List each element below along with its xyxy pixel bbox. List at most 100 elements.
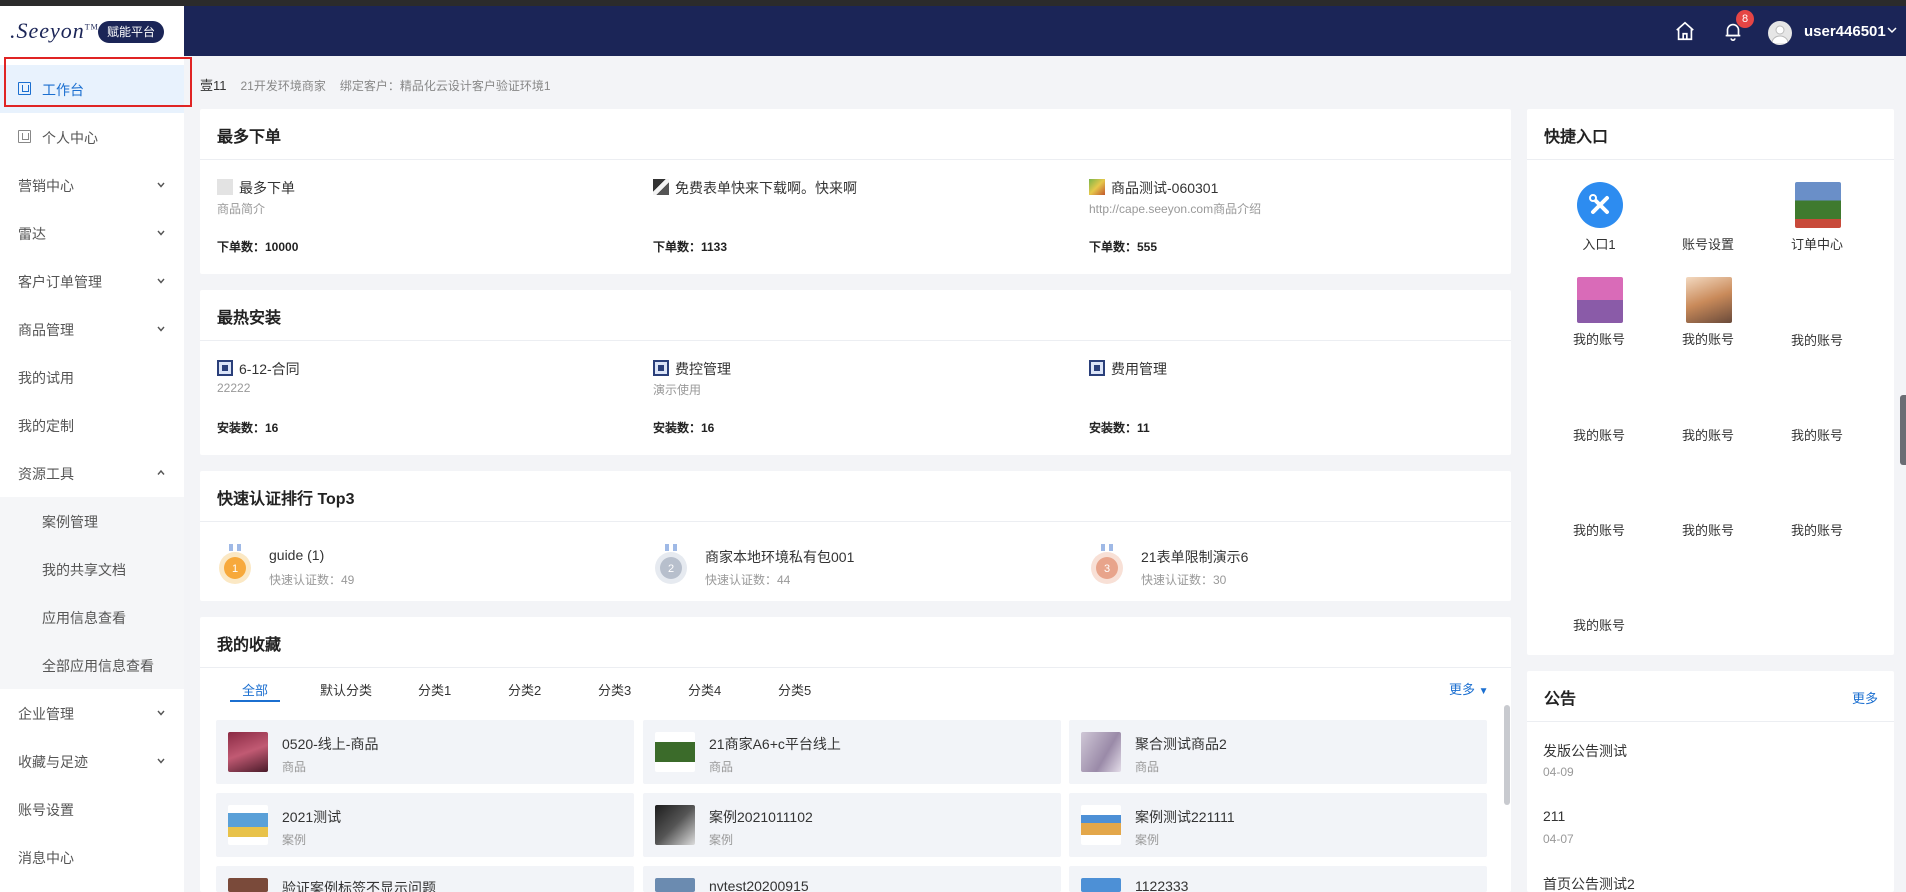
sidebar-item-products[interactable]: 商品管理 (0, 305, 184, 353)
favorite-item[interactable]: 1122333 (1069, 866, 1487, 892)
quick-entry-label: 我的账号 (1790, 428, 1843, 443)
favorite-item[interactable]: 2021测试 案例 (216, 793, 634, 857)
username[interactable]: user446501 (1804, 23, 1886, 40)
stat-item-name: 商品测试-060301 (1111, 180, 1219, 196)
tab-category-5[interactable]: 分类5 (778, 680, 811, 699)
ranking-item[interactable]: 3 21表单限制演示6 快速认证数：30 (1089, 541, 1509, 591)
wrench-icon (1577, 182, 1623, 228)
tab-all[interactable]: 全部 (242, 680, 268, 699)
sidebar-item-customer-orders[interactable]: 客户订单管理 (0, 257, 184, 305)
sidebar-item-shared-docs[interactable]: 我的共享文档 (0, 545, 184, 593)
sidebar-item-label: 雷达 (18, 226, 46, 242)
favorite-item[interactable]: 验证案例标签不显示问题 (216, 866, 634, 892)
notice-title[interactable]: 首页公告测试2 (1543, 874, 1635, 892)
favorites-scrollbar-thumb[interactable] (1504, 705, 1510, 805)
ranking-name: guide (1) (269, 547, 325, 563)
favorite-item[interactable]: 案例2021011102 案例 (643, 793, 1061, 857)
account-thumbnail (1686, 277, 1732, 323)
page-scrollbar-thumb[interactable] (1900, 395, 1906, 465)
sidebar-item-app-info[interactable]: 应用信息查看 (0, 593, 184, 641)
sidebar-item-case-management[interactable]: 案例管理 (0, 497, 184, 545)
favorite-item[interactable]: 0520-线上-商品 商品 (216, 720, 634, 784)
stat-item-name: 免费表单快来下载啊。快来啊 (675, 180, 857, 196)
stat-item-count: 安装数：16 (653, 421, 715, 435)
sidebar-item-messages[interactable]: 消息中心 (0, 833, 184, 881)
chevron-down-icon (157, 758, 165, 764)
sidebar-item-account-settings[interactable]: 账号设置 (0, 785, 184, 833)
user-icon (1771, 25, 1789, 44)
quick-entry-item[interactable]: 入口1 (1549, 182, 1649, 262)
quick-entry-item[interactable]: 我的账号 (1658, 468, 1758, 548)
notices-card: 公告 (1527, 671, 1894, 892)
quick-entry-label: 我的账号 (1572, 618, 1625, 633)
card-title: 最热安装 (217, 310, 282, 327)
chevron-down-icon[interactable] (1886, 24, 1898, 36)
quick-entry-item[interactable]: 我的账号 (1549, 277, 1649, 357)
favorite-name: 案例测试221111 (1135, 809, 1235, 825)
quick-entry-item[interactable]: 订单中心 (1767, 182, 1867, 262)
gold-medal-icon: 1 (219, 544, 251, 584)
favorite-name: nvtest20200915 (709, 878, 809, 892)
favorite-item[interactable]: nvtest20200915 (643, 866, 1061, 892)
quick-entry-item[interactable]: 账号设置 (1658, 182, 1758, 262)
ranking-count: 快速认证数：30 (1141, 573, 1227, 587)
avatar[interactable] (1768, 21, 1792, 45)
most-orders-card: 最多下单 最多下单 商品简介 下单数：10000 免费表单快来下载啊。快来啊 下… (200, 109, 1511, 274)
quick-entry-label: 订单中心 (1790, 237, 1843, 252)
chevron-down-icon (157, 710, 165, 716)
tab-default-category[interactable]: 默认分类 (320, 680, 372, 699)
notice-title[interactable]: 211 (1543, 808, 1565, 824)
sidebar-item-personal-center[interactable]: 个人中心 (0, 113, 184, 161)
favorite-category: 案例 (1135, 833, 1160, 847)
favorite-item[interactable]: 聚合测试商品2 商品 (1069, 720, 1487, 784)
quick-entry-item[interactable]: 我的账号 (1767, 468, 1867, 548)
home-icon[interactable] (1674, 20, 1696, 42)
sidebar-item-resource-tools[interactable]: 资源工具 (0, 449, 184, 497)
sidebar-item-enterprise[interactable]: 企业管理 (0, 689, 184, 737)
bronze-medal-icon: 3 (1091, 544, 1123, 584)
sidebar-item-marketing[interactable]: 营销中心 (0, 161, 184, 209)
favorite-item[interactable]: 案例测试221111 案例 (1069, 793, 1487, 857)
quick-entry-item[interactable]: 我的账号 (1767, 278, 1867, 358)
ranking-item[interactable]: 2 商家本地环境私有包001 快速认证数：44 (653, 541, 1073, 591)
sidebar-item-label: 商品管理 (18, 322, 74, 338)
favorites-more-link[interactable]: 更多 ▼ (1449, 679, 1489, 698)
notice-date: 04-09 (1543, 765, 1574, 779)
notice-title[interactable]: 发版公告测试 (1543, 741, 1627, 761)
ranking-item[interactable]: 1 guide (1) 快速认证数：49 (217, 541, 637, 591)
favorite-item[interactable]: 21商家A6+c平台线上 商品 (643, 720, 1061, 784)
sidebar-item-my-customization[interactable]: 我的定制 (0, 401, 184, 449)
sidebar-item-workbench[interactable]: 工作台 (0, 65, 184, 113)
quick-entry-item[interactable]: 我的账号 (1549, 563, 1649, 643)
quick-entry-item[interactable]: 我的账号 (1658, 277, 1758, 357)
chevron-down-icon (157, 278, 165, 284)
chevron-up-icon (157, 469, 165, 475)
quick-entry-item[interactable]: 我的账号 (1658, 373, 1758, 453)
quick-entry-item[interactable]: 我的账号 (1549, 468, 1649, 548)
notices-more-link[interactable]: 更多 (1852, 688, 1878, 707)
sidebar-item-radar[interactable]: 雷达 (0, 209, 184, 257)
ranking-name: 商家本地环境私有包001 (705, 549, 855, 565)
quick-entry-item[interactable]: 我的账号 (1549, 373, 1649, 453)
ranking-count: 快速认证数：44 (705, 573, 791, 587)
stat-item-count: 下单数：555 (1089, 240, 1158, 254)
notice-date: 04-07 (1543, 832, 1574, 846)
silver-medal-icon: 2 (655, 544, 687, 584)
quick-entry-label: 我的账号 (1572, 523, 1625, 538)
quick-entry-item[interactable]: 我的账号 (1767, 373, 1867, 453)
quick-entry-label: 账号设置 (1681, 237, 1734, 252)
quick-entry-label: 我的账号 (1681, 523, 1734, 538)
card-title: 最多下单 (217, 129, 282, 146)
tab-category-4[interactable]: 分类4 (688, 680, 721, 699)
tab-category-2[interactable]: 分类2 (508, 680, 541, 699)
sidebar-item-favorites-history[interactable]: 收藏与足迹 (0, 737, 184, 785)
logo[interactable]: .SeeyonTM 赋能平台 (0, 6, 184, 56)
tab-category-1[interactable]: 分类1 (418, 680, 451, 699)
tab-category-3[interactable]: 分类3 (598, 680, 631, 699)
sidebar-item-label: 我的共享文档 (42, 562, 126, 578)
divider (1527, 159, 1894, 160)
favorite-thumbnail (1081, 805, 1121, 845)
sidebar-item-my-trials[interactable]: 我的试用 (0, 353, 184, 401)
sidebar-item-all-app-info[interactable]: 全部应用信息查看 (0, 641, 184, 689)
quick-auth-ranking-card: 快速认证排行 Top3 1 guide (1) 快速认证数：49 2 商家本地环… (200, 471, 1511, 601)
